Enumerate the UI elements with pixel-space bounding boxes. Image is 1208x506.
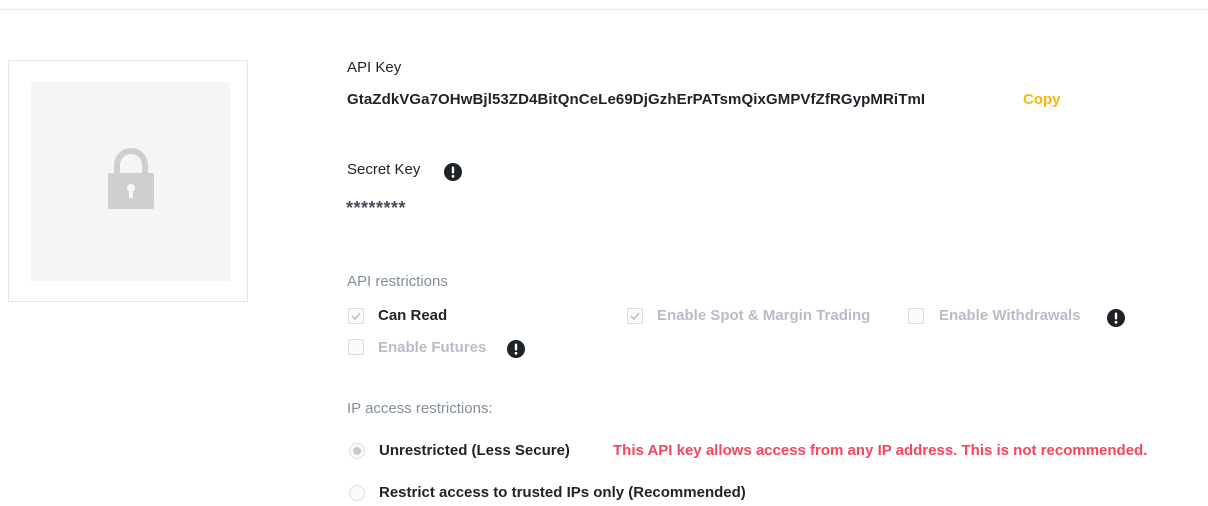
trusted-ips-radio[interactable] — [349, 485, 365, 501]
api-key-details: API Key GtaZdkVGa7OHwBjl53ZD4BitQnCeLe69… — [346, 0, 1206, 506]
enable-spot-margin-label: Enable Spot & Margin Trading — [657, 307, 871, 324]
lock-icon — [108, 148, 154, 209]
enable-spot-margin-checkbox[interactable] — [627, 308, 643, 324]
check-icon — [630, 312, 640, 321]
api-key-value: GtaZdkVGa7OHwBjl53ZD4BitQnCeLe69DjGzhErP… — [347, 91, 926, 108]
check-icon — [351, 312, 361, 321]
info-icon[interactable] — [1107, 309, 1125, 327]
qr-code-placeholder — [31, 82, 230, 281]
enable-futures-checkbox[interactable] — [348, 339, 364, 355]
api-key-detail-page: API Key GtaZdkVGa7OHwBjl53ZD4BitQnCeLe69… — [0, 0, 1208, 506]
secret-key-value: ******** — [346, 198, 407, 218]
enable-withdrawals-checkbox[interactable] — [908, 308, 924, 324]
info-icon[interactable] — [444, 163, 462, 181]
ip-restrictions-label: IP access restrictions: — [347, 400, 493, 417]
can-read-label: Can Read — [378, 307, 448, 324]
can-read-checkbox[interactable] — [348, 308, 364, 324]
radio-selected-dot — [353, 447, 361, 455]
ip-warning-text: This API key allows access from any IP a… — [613, 442, 1148, 459]
api-key-label: API Key — [347, 59, 402, 76]
api-restrictions-label: API restrictions — [347, 273, 448, 290]
enable-withdrawals-label: Enable Withdrawals — [939, 307, 1081, 324]
copy-api-key-button[interactable]: Copy — [1023, 91, 1061, 108]
qr-code-panel — [8, 60, 248, 302]
enable-futures-label: Enable Futures — [378, 339, 487, 356]
info-icon[interactable] — [507, 340, 525, 358]
unrestricted-label: Unrestricted (Less Secure) — [379, 442, 570, 459]
trusted-ips-label: Restrict access to trusted IPs only (Rec… — [379, 484, 746, 501]
unrestricted-radio[interactable] — [349, 443, 365, 459]
secret-key-label: Secret Key — [347, 161, 421, 178]
